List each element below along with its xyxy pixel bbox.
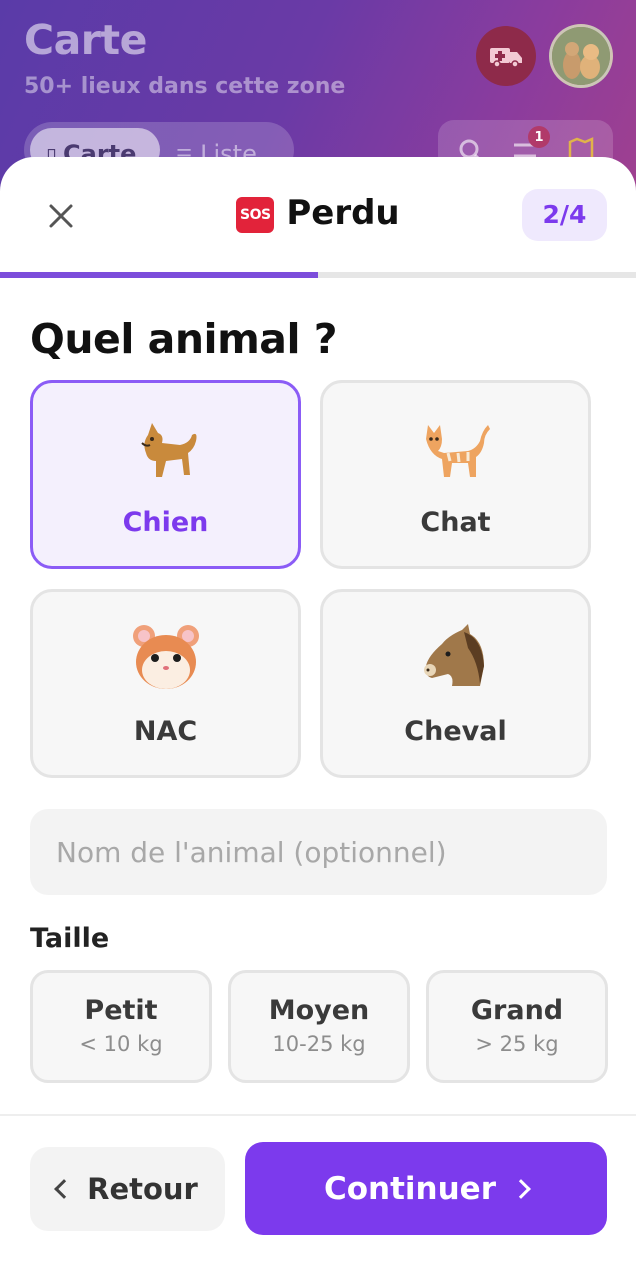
animal-label: Cheval	[404, 716, 507, 747]
animal-label: Chat	[420, 507, 491, 538]
emergency-button[interactable]	[476, 26, 536, 86]
size-option-moyen[interactable]: Moyen 10-25 kg	[228, 970, 410, 1083]
lost-pet-sheet: SOS Perdu 2/4 Quel animal ? Chien Chat N…	[0, 157, 636, 1274]
map-title: Carte	[24, 16, 147, 64]
size-range: < 10 kg	[79, 1032, 163, 1056]
pets-photo-icon	[552, 27, 610, 85]
footer-divider	[0, 1114, 636, 1116]
size-name: Grand	[470, 995, 564, 1026]
ambulance-icon	[490, 48, 522, 68]
sheet-title-text: Perdu	[286, 193, 400, 233]
size-range: 10-25 kg	[272, 1032, 366, 1056]
filter-count-badge: 1	[528, 126, 550, 148]
animal-option-cheval[interactable]: Cheval	[320, 589, 591, 778]
animal-option-chien[interactable]: Chien	[30, 380, 301, 569]
animal-label: NAC	[133, 716, 198, 747]
animal-label: Chien	[122, 507, 209, 538]
hamster-icon	[132, 625, 199, 689]
sos-icon: SOS	[236, 197, 275, 233]
dog-icon	[140, 423, 196, 477]
continue-button[interactable]: Continuer	[245, 1142, 607, 1235]
horse-icon	[423, 624, 484, 686]
chevron-right-icon	[511, 1178, 531, 1199]
animal-option-chat[interactable]: Chat	[320, 380, 591, 569]
size-name: Petit	[84, 995, 158, 1026]
back-button-label: Retour	[87, 1172, 198, 1206]
size-name: Moyen	[268, 995, 370, 1026]
size-option-grand[interactable]: Grand > 25 kg	[426, 970, 608, 1083]
continue-button-label: Continuer	[323, 1170, 496, 1207]
progress-bar	[0, 272, 636, 278]
chevron-left-icon	[54, 1179, 75, 1199]
question-title: Quel animal ?	[30, 315, 338, 363]
size-range: > 25 kg	[475, 1032, 559, 1056]
progress-fill	[0, 272, 318, 278]
back-button[interactable]: Retour	[30, 1147, 225, 1231]
pet-name-input[interactable]	[30, 809, 607, 895]
cat-icon	[425, 425, 490, 477]
animal-option-nac[interactable]: NAC	[30, 589, 301, 778]
step-indicator: 2/4	[522, 189, 607, 241]
map-subtitle: 50+ lieux dans cette zone	[24, 74, 346, 99]
avatar[interactable]	[549, 24, 613, 88]
size-label: Taille	[30, 923, 110, 954]
size-option-petit[interactable]: Petit < 10 kg	[30, 970, 212, 1083]
